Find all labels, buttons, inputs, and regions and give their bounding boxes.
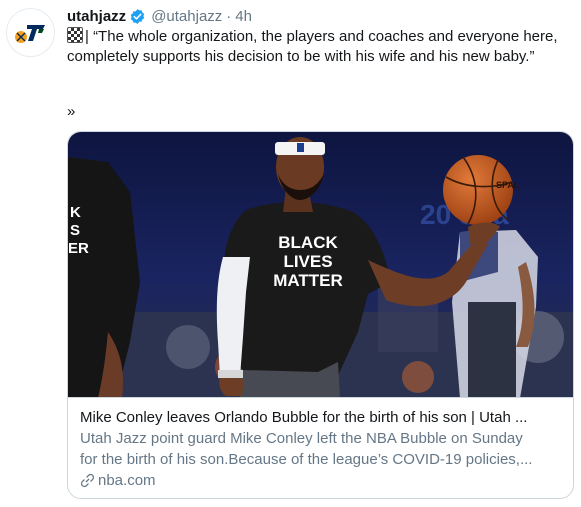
card-title[interactable]: Mike Conley leaves Orlando Bubble for th… bbox=[80, 407, 561, 428]
utah-jazz-logo-icon bbox=[14, 24, 45, 43]
card-body[interactable]: Mike Conley leaves Orlando Bubble for th… bbox=[68, 398, 573, 491]
card-domain[interactable]: nba.com bbox=[80, 470, 561, 491]
left-shirt-letter-3: ER bbox=[68, 240, 89, 257]
shirt-text-line-1: BLACK bbox=[278, 233, 338, 252]
checkered-flag-icon bbox=[67, 27, 83, 43]
tweet: utahjazz @utahjazz · 4h | “The whole org… bbox=[0, 0, 581, 507]
link-icon bbox=[80, 473, 95, 488]
tweet-header: utahjazz @utahjazz · 4h bbox=[67, 6, 252, 26]
shirt-text-line-3: MATTER bbox=[273, 271, 343, 290]
card-description-line-2: for the birth of his son.Because of the … bbox=[80, 451, 533, 468]
timestamp[interactable]: 4h bbox=[235, 8, 252, 25]
avatar[interactable] bbox=[6, 8, 55, 57]
left-shirt-letter-2: S bbox=[70, 222, 80, 239]
separator-dot: · bbox=[226, 7, 232, 25]
card-image[interactable]: 20 Sea K S ER bbox=[68, 132, 573, 398]
display-name[interactable]: utahjazz bbox=[67, 8, 126, 25]
left-shirt-letter-1: K bbox=[70, 204, 81, 221]
player-photo: 20 Sea K S ER bbox=[68, 132, 573, 397]
link-card[interactable]: 20 Sea K S ER bbox=[67, 131, 574, 499]
card-domain-text[interactable]: nba.com bbox=[98, 470, 156, 491]
more-marker[interactable]: » bbox=[67, 103, 75, 120]
handle[interactable]: @utahjazz bbox=[151, 8, 222, 25]
tweet-text-content: | “The whole organization, the players a… bbox=[67, 28, 558, 65]
shirt-text-line-2: LIVES bbox=[283, 252, 332, 271]
ball-text: SPAL bbox=[496, 180, 520, 190]
verified-badge-icon bbox=[129, 8, 146, 25]
card-description-line-1: Utah Jazz point guard Mike Conley left t… bbox=[80, 430, 523, 447]
card-description: Utah Jazz point guard Mike Conley left t… bbox=[80, 428, 561, 470]
tweet-text: | “The whole organization, the players a… bbox=[67, 27, 567, 67]
